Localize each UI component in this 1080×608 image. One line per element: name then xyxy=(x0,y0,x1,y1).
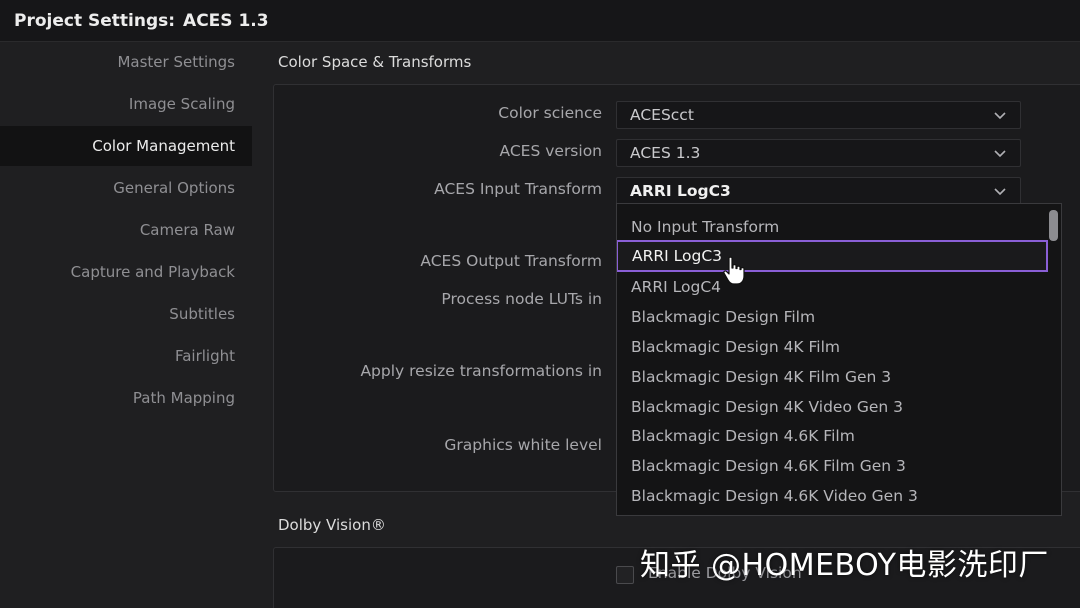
sidebar-item-label: Capture and Playback xyxy=(70,263,235,281)
settings-sidebar: Master Settings Image Scaling Color Mana… xyxy=(0,42,252,608)
sidebar-item-label: Master Settings xyxy=(117,53,235,71)
window-title-prefix: Project Settings: xyxy=(14,10,176,31)
watermark-text: 知乎 @HOMEBOY电影洗印厂 xyxy=(640,548,1049,583)
aces-output-transform-label: ACES Output Transform xyxy=(420,252,602,270)
aces-version-label: ACES version xyxy=(499,142,602,160)
dropdown-option-label: Blackmagic Design 4.6K Film xyxy=(631,427,855,445)
color-science-label: Color science xyxy=(498,104,602,122)
color-space-section-title: Color Space & Transforms xyxy=(278,53,472,71)
sidebar-item-master-settings[interactable]: Master Settings xyxy=(0,42,252,82)
sidebar-item-label: General Options xyxy=(113,179,235,197)
input-transform-dropdown-list[interactable]: No Input Transform ARRI LogC3 ARRI LogC4… xyxy=(616,203,1062,516)
window-title-name: ACES 1.3 xyxy=(183,10,269,31)
window-titlebar: Project Settings: ACES 1.3 xyxy=(0,0,1080,42)
apply-resize-label: Apply resize transformations in xyxy=(360,362,602,380)
sidebar-item-label: Camera Raw xyxy=(139,221,235,239)
enable-dolby-vision-checkbox[interactable] xyxy=(616,566,634,584)
dropdown-option[interactable]: Blackmagic Design 4K Film xyxy=(617,332,1047,362)
dropdown-option-label: No Input Transform xyxy=(631,218,780,236)
sidebar-item-image-scaling[interactable]: Image Scaling xyxy=(0,84,252,124)
sidebar-item-camera-raw[interactable]: Camera Raw xyxy=(0,210,252,250)
sidebar-item-label: Color Management xyxy=(92,137,235,155)
dropdown-option[interactable]: Blackmagic Design Film xyxy=(617,302,1047,332)
dropdown-option-label: Blackmagic Design Film xyxy=(631,308,816,326)
dropdown-option-label: ARRI LogC3 xyxy=(632,247,723,265)
sidebar-item-label: Path Mapping xyxy=(132,389,235,407)
dropdown-option-label: Blackmagic Design 4.6K Film Gen 3 xyxy=(631,457,906,475)
sidebar-item-subtitles[interactable]: Subtitles xyxy=(0,294,252,334)
hand-pointer-icon xyxy=(723,256,745,285)
aces-version-value: ACES 1.3 xyxy=(630,144,701,162)
aces-input-transform-select[interactable]: ARRI LogC3 xyxy=(616,177,1021,205)
dropdown-option-label: Blackmagic Design 4.6K Video Gen 3 xyxy=(631,487,918,505)
sidebar-item-color-management[interactable]: Color Management xyxy=(0,126,252,166)
dropdown-option[interactable]: Blackmagic Design 4.6K Video Gen 3 xyxy=(617,481,1047,511)
chevron-down-icon xyxy=(994,188,1006,196)
dropdown-option[interactable]: ARRI LogC4 xyxy=(617,272,1047,302)
dropdown-option[interactable]: Blackmagic Design 4K Video Gen 3 xyxy=(617,392,1047,422)
dropdown-scrollbar[interactable] xyxy=(1049,210,1058,241)
color-science-value: ACEScct xyxy=(630,106,694,124)
sidebar-item-path-mapping[interactable]: Path Mapping xyxy=(0,378,252,418)
dropdown-option[interactable]: Blackmagic Design 4.6K Film xyxy=(617,421,1047,451)
dropdown-option-label: Blackmagic Design 4K Film Gen 3 xyxy=(631,368,892,386)
dolby-vision-section-title: Dolby Vision® xyxy=(278,516,386,534)
dropdown-option[interactable]: Blackmagic Design 4.6K Film Gen 3 xyxy=(617,451,1047,481)
project-settings-window: Project Settings: ACES 1.3 Master Settin… xyxy=(0,0,1080,608)
dropdown-option-selected[interactable]: ARRI LogC3 xyxy=(617,240,1048,272)
graphics-white-level-label: Graphics white level xyxy=(444,436,602,454)
dropdown-option[interactable]: No Input Transform xyxy=(617,212,1047,242)
sidebar-item-label: Subtitles xyxy=(169,305,235,323)
aces-input-transform-label: ACES Input Transform xyxy=(434,180,602,198)
chevron-down-icon xyxy=(994,150,1006,158)
sidebar-item-label: Fairlight xyxy=(174,347,235,365)
chevron-down-icon xyxy=(994,112,1006,120)
aces-input-transform-value: ARRI LogC3 xyxy=(630,182,731,200)
sidebar-item-general-options[interactable]: General Options xyxy=(0,168,252,208)
sidebar-item-fairlight[interactable]: Fairlight xyxy=(0,336,252,376)
dropdown-option-label: ARRI LogC4 xyxy=(631,278,722,296)
aces-version-select[interactable]: ACES 1.3 xyxy=(616,139,1021,167)
sidebar-item-capture-and-playback[interactable]: Capture and Playback xyxy=(0,252,252,292)
sidebar-item-label: Image Scaling xyxy=(128,95,235,113)
dropdown-option[interactable]: Blackmagic Design 4K Film Gen 3 xyxy=(617,362,1047,392)
dropdown-option-label: Blackmagic Design 4K Film xyxy=(631,338,841,356)
color-science-select[interactable]: ACEScct xyxy=(616,101,1021,129)
process-node-luts-label: Process node LUTs in xyxy=(441,290,602,308)
dropdown-option-label: Blackmagic Design 4K Video Gen 3 xyxy=(631,398,904,416)
